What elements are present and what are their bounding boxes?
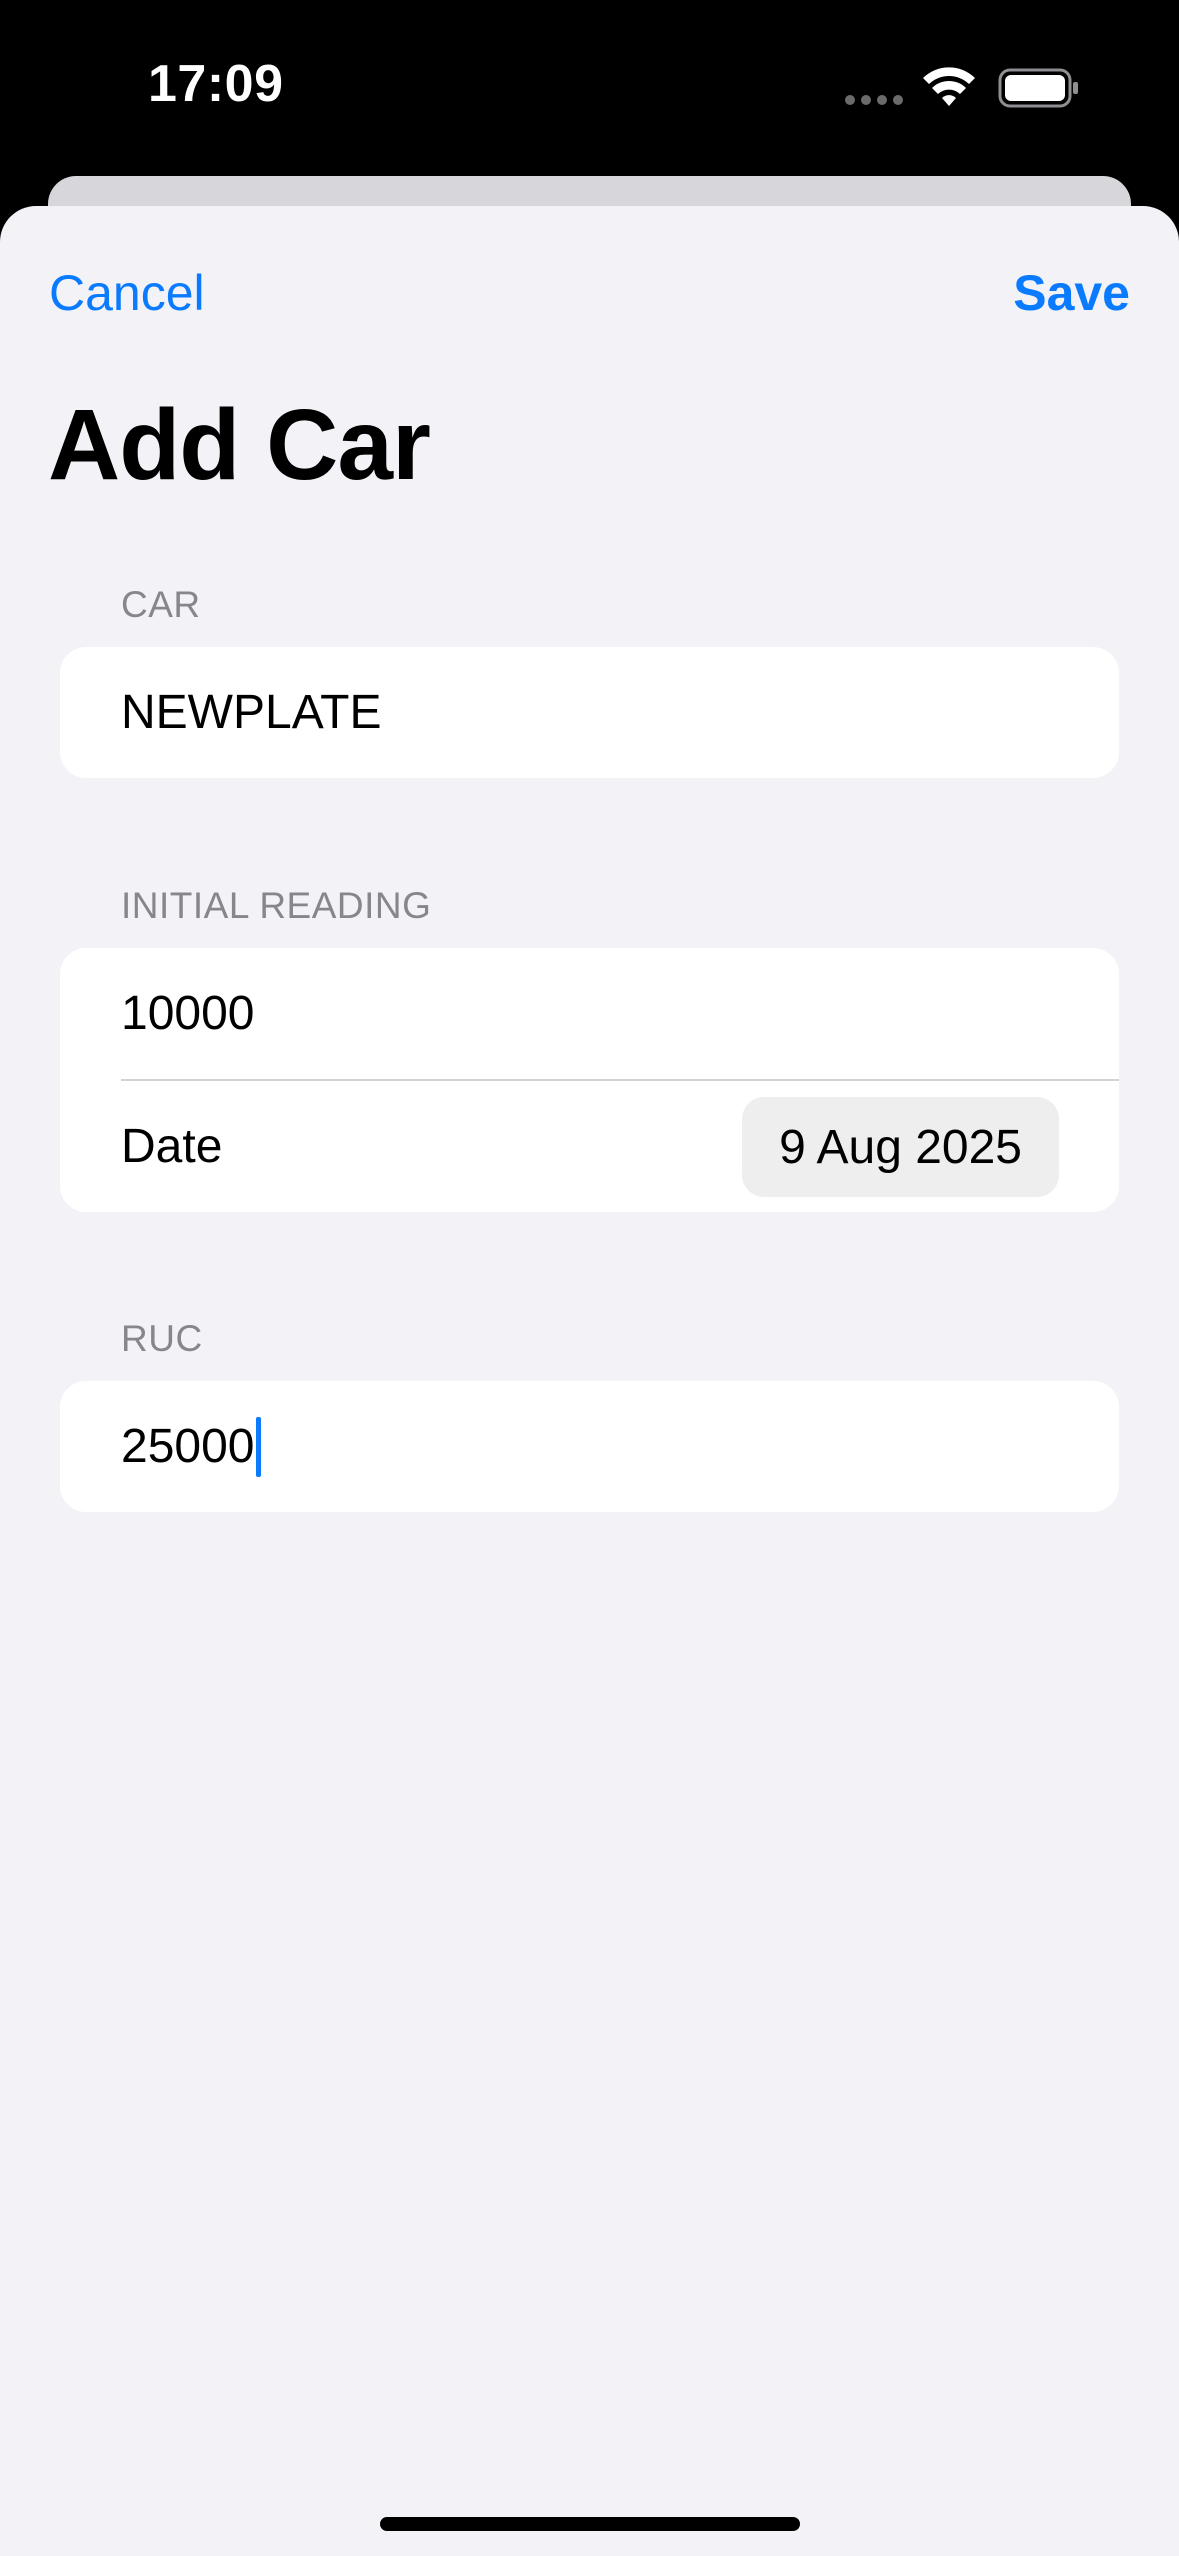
add-car-sheet: Cancel Save Add Car CAR NEWPLATE INITIAL… — [0, 206, 1179, 2556]
ruc-field[interactable]: 25000 — [60, 1381, 1119, 1512]
page-title: Add Car — [48, 389, 431, 501]
section-header-initial-reading: INITIAL READING — [121, 885, 432, 926]
home-indicator[interactable] — [380, 2517, 800, 2531]
date-row: Date 9 Aug 2025 — [60, 1081, 1119, 1212]
reading-value: 10000 — [121, 987, 255, 1040]
signal-dots-icon — [845, 95, 905, 105]
ruc-card: 25000 — [60, 1381, 1119, 1512]
screen: 17:09 Cancel Save Add Car CAR NEWPLATE I… — [0, 0, 1179, 2556]
date-label: Date — [121, 1120, 223, 1173]
ruc-value: 25000 — [121, 1420, 255, 1473]
cancel-button[interactable]: Cancel — [49, 264, 205, 322]
battery-icon — [998, 68, 1078, 108]
initial-reading-card: 10000 Date 9 Aug 2025 — [60, 948, 1119, 1212]
car-card: NEWPLATE — [60, 647, 1119, 778]
status-time: 17:09 — [148, 55, 284, 113]
reading-field[interactable]: 10000 — [60, 948, 1119, 1079]
plate-value: NEWPLATE — [121, 686, 382, 739]
section-header-ruc: RUC — [121, 1318, 203, 1359]
save-button[interactable]: Save — [1013, 264, 1130, 322]
date-picker-button[interactable]: 9 Aug 2025 — [742, 1097, 1059, 1197]
wifi-icon — [923, 67, 975, 106]
text-cursor — [256, 1416, 262, 1477]
status-bar: 17:09 — [0, 0, 1179, 170]
plate-field[interactable]: NEWPLATE — [60, 647, 1119, 778]
section-header-car: CAR — [121, 584, 201, 625]
